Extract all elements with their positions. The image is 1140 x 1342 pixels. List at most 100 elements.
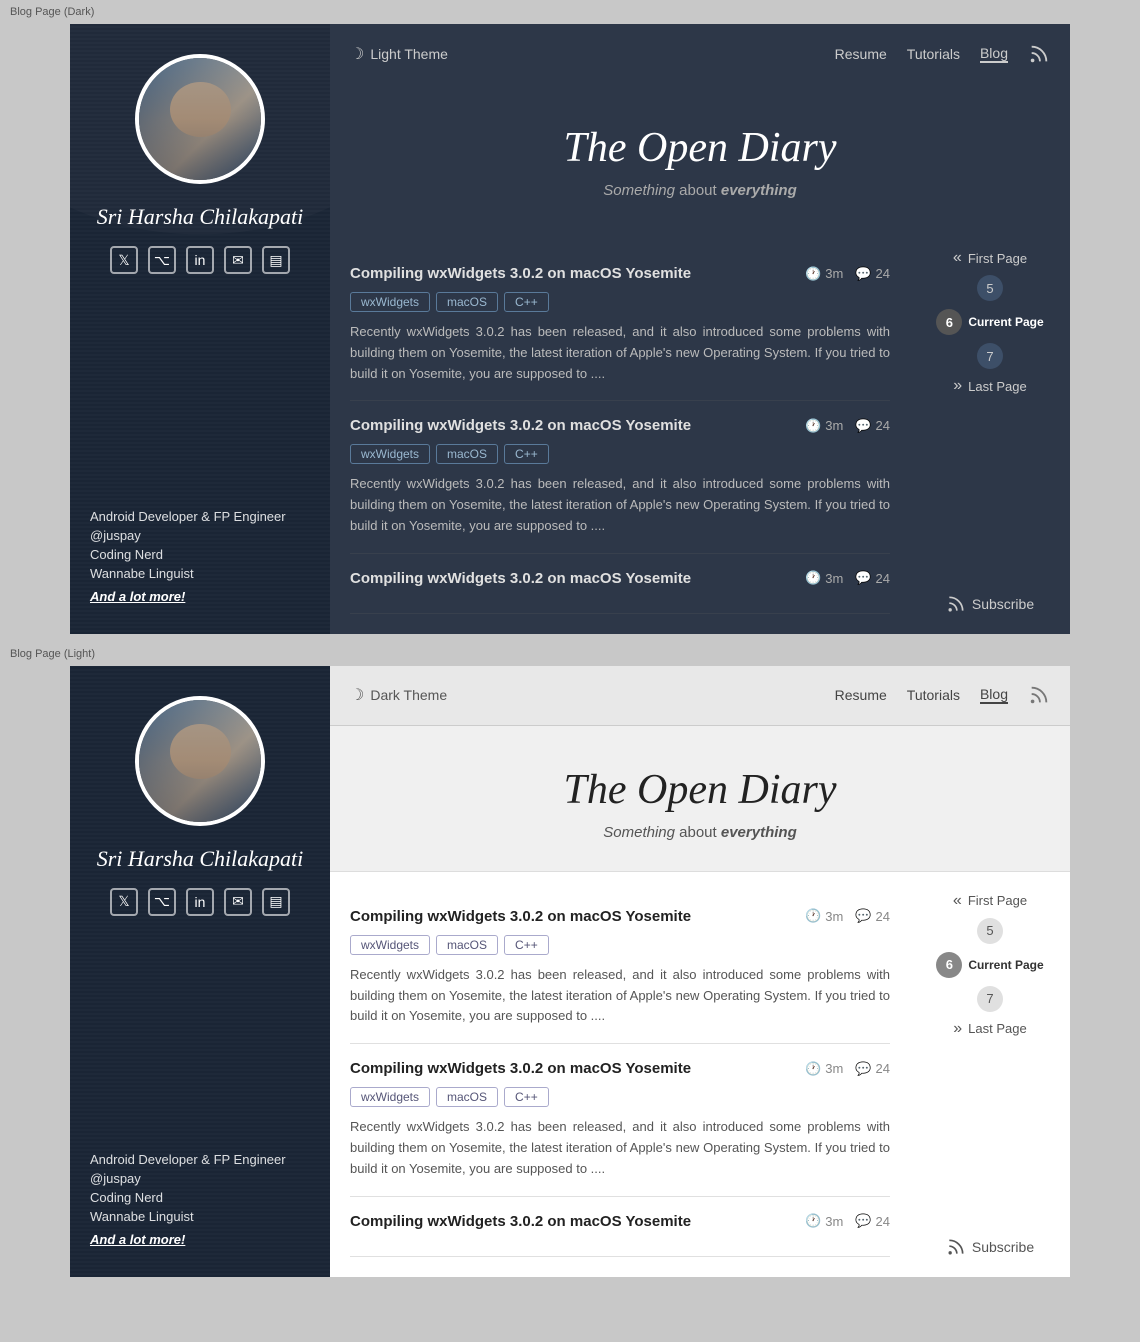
tag[interactable]: C++ xyxy=(504,444,549,464)
page-num-7[interactable]: 7 xyxy=(977,986,1003,1012)
posts-list-light: Compiling wxWidgets 3.0.2 on macOS Yosem… xyxy=(330,872,910,1277)
rss-icon-nav-light[interactable] xyxy=(1028,684,1050,706)
page-num-6[interactable]: 6 xyxy=(936,309,962,335)
tag[interactable]: macOS xyxy=(436,444,498,464)
subtitle-something-light: Something xyxy=(603,824,675,841)
nav-blog-dark[interactable]: Blog xyxy=(980,45,1008,63)
tag[interactable]: wxWidgets xyxy=(350,444,430,464)
pagination-light: «First Page 5 6Current Page 7 »Last Page Sub… xyxy=(910,872,1070,1277)
first-page-link[interactable]: «First Page xyxy=(953,892,1027,910)
last-page-chevron: » xyxy=(953,377,962,395)
post-header-2: Compiling wxWidgets 3.0.2 on macOS Yosem… xyxy=(350,1213,890,1230)
comment-icon-0: 💬 xyxy=(855,266,871,282)
last-page-link[interactable]: »Last Page xyxy=(953,377,1026,395)
posts-list-dark: Compiling wxWidgets 3.0.2 on macOS Yosem… xyxy=(330,229,910,634)
subtitle-everything-dark: everything xyxy=(721,182,797,199)
post-tags-0: wxWidgets macOS C++ xyxy=(350,292,890,312)
more-link-dark[interactable]: more! xyxy=(149,589,185,604)
tag[interactable]: macOS xyxy=(436,935,498,955)
github-icon-light[interactable]: ⌥ xyxy=(148,888,176,916)
tag[interactable]: C++ xyxy=(504,292,549,312)
tag[interactable]: C++ xyxy=(504,935,549,955)
subscribe-button[interactable]: Subscribe xyxy=(946,594,1034,614)
sidebar-bio-light: Android Developer & FP Engineer @juspay … xyxy=(90,1152,310,1247)
comment-icon-0: 💬 xyxy=(855,908,871,924)
nav-resume-light[interactable]: Resume xyxy=(835,687,887,703)
page-num-5[interactable]: 5 xyxy=(977,918,1003,944)
post-title-1[interactable]: Compiling wxWidgets 3.0.2 on macOS Yosem… xyxy=(350,1060,691,1077)
rss-icon-sidebar-light[interactable]: ▤ xyxy=(262,888,290,916)
pagination-dark: «First Page56Current Page7»Last Page Sub… xyxy=(910,229,1070,634)
page-row-6: 6Current Page xyxy=(920,952,1060,978)
last-page-chevron: » xyxy=(953,1020,962,1038)
nav-tutorials-light[interactable]: Tutorials xyxy=(907,687,960,703)
hero-subtitle-light: Something about everything xyxy=(350,824,1050,841)
tag[interactable]: macOS xyxy=(436,1087,498,1107)
post-header-0: Compiling wxWidgets 3.0.2 on macOS Yosem… xyxy=(350,908,890,925)
bio-line-4-dark: Wannabe Linguist xyxy=(90,566,310,581)
page-row-5: 5 xyxy=(920,918,1060,944)
linkedin-icon-light[interactable]: in xyxy=(186,888,214,916)
nav-links-dark: Resume Tutorials Blog xyxy=(835,43,1050,65)
moon-icon-dark: ☽ xyxy=(350,44,364,64)
author-name-dark: Sri Harsha Chilakapati xyxy=(90,204,310,230)
post-tags-0: wxWidgets macOS C++ xyxy=(350,935,890,955)
navbar-dark: ☽ Light Theme Resume Tutorials Blog xyxy=(330,24,1070,84)
post-header-2: Compiling wxWidgets 3.0.2 on macOS Yosem… xyxy=(350,570,890,587)
twitter-icon[interactable]: 𝕏 xyxy=(110,246,138,274)
page-row-7: 7 xyxy=(920,343,1060,369)
post-title-0[interactable]: Compiling wxWidgets 3.0.2 on macOS Yosem… xyxy=(350,908,691,925)
section-label-dark: Blog Page (Dark) xyxy=(0,0,1140,24)
rss-icon-nav-dark[interactable] xyxy=(1028,43,1050,65)
bio-line-3-dark: Coding Nerd xyxy=(90,547,310,562)
theme-toggle-light[interactable]: ☽ Dark Theme xyxy=(350,685,447,705)
email-icon[interactable]: ✉ xyxy=(224,246,252,274)
nav-resume-dark[interactable]: Resume xyxy=(835,46,887,62)
rss-icon-sidebar[interactable]: ▤ xyxy=(262,246,290,274)
nav-tutorials-dark[interactable]: Tutorials xyxy=(907,46,960,62)
post-title-2[interactable]: Compiling wxWidgets 3.0.2 on macOS Yosem… xyxy=(350,1213,691,1230)
nav-blog-light[interactable]: Blog xyxy=(980,686,1008,704)
post-meta-0: 🕐 3m 💬 24 xyxy=(805,908,890,924)
linkedin-icon[interactable]: in xyxy=(186,246,214,274)
post-card-0: Compiling wxWidgets 3.0.2 on macOS Yosem… xyxy=(350,892,890,1044)
page-row-5: 5 xyxy=(920,275,1060,301)
time-value-2: 3m xyxy=(825,571,843,586)
twitter-icon-light[interactable]: 𝕏 xyxy=(110,888,138,916)
main-content-dark: ☽ Light Theme Resume Tutorials Blog The … xyxy=(330,24,1070,634)
theme-toggle-label-dark: Light Theme xyxy=(370,46,448,62)
bio-line-2-light: @juspay xyxy=(90,1171,310,1186)
post-meta-1: 🕐 3m 💬 24 xyxy=(805,418,890,434)
social-icons-dark: 𝕏 ⌥ in ✉ ▤ xyxy=(110,246,290,274)
comments-value-2: 24 xyxy=(876,571,890,586)
post-title-0[interactable]: Compiling wxWidgets 3.0.2 on macOS Yosem… xyxy=(350,265,691,282)
section-label-light: Blog Page (Light) xyxy=(0,642,1140,666)
post-tags-1: wxWidgets macOS C++ xyxy=(350,1087,890,1107)
tag[interactable]: wxWidgets xyxy=(350,292,430,312)
bio-line-2-dark: @juspay xyxy=(90,528,310,543)
time-meta-0: 🕐 3m xyxy=(805,908,843,924)
tag[interactable]: macOS xyxy=(436,292,498,312)
post-title-2[interactable]: Compiling wxWidgets 3.0.2 on macOS Yosem… xyxy=(350,570,691,587)
page-num-7[interactable]: 7 xyxy=(977,343,1003,369)
subscribe-button[interactable]: Subscribe xyxy=(946,1237,1034,1257)
post-card-2: Compiling wxWidgets 3.0.2 on macOS Yosem… xyxy=(350,554,890,614)
github-icon[interactable]: ⌥ xyxy=(148,246,176,274)
time-meta-2: 🕐 3m xyxy=(805,1213,843,1229)
clock-icon-1: 🕐 xyxy=(805,418,821,434)
last-page-link[interactable]: »Last Page xyxy=(953,1020,1026,1038)
theme-toggle-dark[interactable]: ☽ Light Theme xyxy=(350,44,448,64)
post-title-1[interactable]: Compiling wxWidgets 3.0.2 on macOS Yosem… xyxy=(350,417,691,434)
first-page-link[interactable]: «First Page xyxy=(953,249,1027,267)
page-num-6[interactable]: 6 xyxy=(936,952,962,978)
subtitle-rest-light: about xyxy=(679,824,721,841)
email-icon-light[interactable]: ✉ xyxy=(224,888,252,916)
more-link-light[interactable]: more! xyxy=(149,1232,185,1247)
tag[interactable]: wxWidgets xyxy=(350,1087,430,1107)
comments-value-1: 24 xyxy=(876,418,890,433)
post-excerpt-0: Recently wxWidgets 3.0.2 has been releas… xyxy=(350,322,890,384)
page-num-5[interactable]: 5 xyxy=(977,275,1003,301)
tag[interactable]: wxWidgets xyxy=(350,935,430,955)
tag[interactable]: C++ xyxy=(504,1087,549,1107)
comments-meta-0: 💬 24 xyxy=(855,908,890,924)
